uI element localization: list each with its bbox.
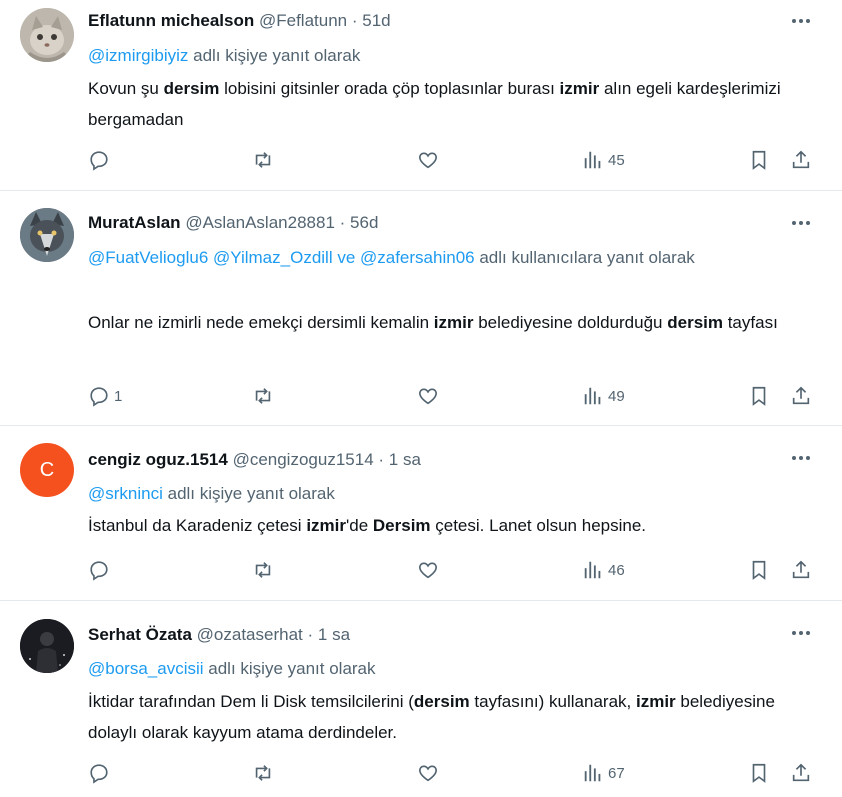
author-handle[interactable]: @cengizoguz1514 xyxy=(233,450,374,469)
like-button[interactable] xyxy=(417,147,439,173)
bookmark-button[interactable] xyxy=(748,760,770,786)
reply-context: @izmirgibiyiz adlı kişiye yanıt olarak xyxy=(88,46,361,65)
like-button[interactable] xyxy=(417,760,439,786)
share-icon xyxy=(792,763,810,782)
reply-context: @borsa_avcisii adlı kişiye yanıt olarak xyxy=(88,659,376,678)
share-icon xyxy=(792,150,810,169)
share-button[interactable] xyxy=(790,383,812,409)
heart-icon xyxy=(419,152,437,169)
bookmark-icon xyxy=(752,386,766,406)
share-button[interactable] xyxy=(790,557,812,583)
reply-count: 1 xyxy=(114,387,123,405)
tweet[interactable]: MuratAslan @AslanAslan28881 · 56d @FuatV… xyxy=(0,190,842,426)
retweet-button[interactable] xyxy=(252,147,274,173)
bar-chart-icon xyxy=(584,151,601,169)
tweet[interactable]: C cengiz oguz.1514 @cengizoguz1514 · 1 s… xyxy=(0,425,842,601)
views-button[interactable]: 67 xyxy=(582,760,625,786)
reply-mention[interactable]: @srkninci xyxy=(88,484,163,503)
bookmark-button[interactable] xyxy=(748,383,770,409)
author-name[interactable]: Serhat Özata xyxy=(88,625,192,644)
reply-mention[interactable]: @izmirgibiyiz xyxy=(88,46,188,65)
author-name[interactable]: Eflatunn michealson xyxy=(88,11,254,30)
more-options-icon[interactable] xyxy=(788,622,814,644)
bar-chart-icon xyxy=(584,764,601,782)
retweet-button[interactable] xyxy=(252,383,274,409)
bookmark-icon xyxy=(752,560,766,580)
bookmark-icon xyxy=(752,150,766,170)
more-options-icon[interactable] xyxy=(788,447,814,469)
retweet-button[interactable] xyxy=(252,760,274,786)
tweet-text: Onlar ne izmirli nede emekçi dersimli ke… xyxy=(88,313,778,332)
tweet-text: İstanbul da Karadeniz çetesi izmir'de De… xyxy=(88,516,647,535)
tweet-time[interactable]: 1 sa xyxy=(389,450,421,469)
bar-chart-icon xyxy=(584,561,601,579)
tweet[interactable]: Serhat Özata @ozataserhat · 1 sa @borsa_… xyxy=(0,600,842,797)
tweet[interactable]: Eflatunn michealson @Feflatunn · 51d @iz… xyxy=(0,0,842,191)
share-icon xyxy=(792,560,810,579)
tweet-time[interactable]: 56d xyxy=(350,213,378,232)
bookmark-icon xyxy=(752,763,766,783)
reply-button[interactable] xyxy=(88,147,114,173)
bar-chart-icon xyxy=(584,387,601,405)
reply-context: @FuatVelioglu6 @Yilmaz_Ozdill ve @zafers… xyxy=(88,248,695,267)
reply-mention[interactable]: @borsa_avcisii xyxy=(88,659,204,678)
reply-icon xyxy=(90,151,108,171)
reply-button[interactable] xyxy=(88,557,114,583)
action-bar: 46 xyxy=(0,557,842,583)
avatar-letter: C xyxy=(39,458,55,481)
reply-icon xyxy=(90,561,108,581)
more-options-icon[interactable] xyxy=(788,212,814,234)
share-button[interactable] xyxy=(790,760,812,786)
like-button[interactable] xyxy=(417,383,439,409)
cat-avatar[interactable] xyxy=(20,8,74,62)
like-button[interactable] xyxy=(417,557,439,583)
letter-avatar[interactable]: C xyxy=(20,443,74,497)
action-bar: 1 49 xyxy=(0,383,842,409)
tweet-time[interactable]: 51d xyxy=(362,11,390,30)
reply-icon xyxy=(90,387,108,407)
action-bar: 67 xyxy=(0,760,842,786)
retweet-icon xyxy=(255,388,271,404)
tweet-text: İktidar tarafından Dem li Disk temsilcil… xyxy=(88,692,775,742)
retweet-icon xyxy=(255,152,271,168)
views-button[interactable]: 46 xyxy=(582,557,625,583)
heart-icon xyxy=(419,765,437,782)
heart-icon xyxy=(419,562,437,579)
wolf-avatar[interactable] xyxy=(20,208,74,262)
reply-button[interactable] xyxy=(88,760,114,786)
more-options-icon[interactable] xyxy=(788,10,814,32)
bookmark-button[interactable] xyxy=(748,147,770,173)
bookmark-button[interactable] xyxy=(748,557,770,583)
retweet-button[interactable] xyxy=(252,557,274,583)
heart-icon xyxy=(419,388,437,405)
reply-icon xyxy=(90,764,108,784)
views-button[interactable]: 49 xyxy=(582,383,625,409)
retweet-icon xyxy=(255,765,271,781)
reply-context: @srkninci adlı kişiye yanıt olarak xyxy=(88,484,335,503)
action-bar: 45 xyxy=(0,147,842,173)
author-name[interactable]: MuratAslan xyxy=(88,213,181,232)
reply-mention[interactable]: @FuatVelioglu6 @Yilmaz_Ozdill ve @zafers… xyxy=(88,248,475,267)
share-icon xyxy=(792,386,810,405)
author-handle[interactable]: @ozataserhat xyxy=(197,625,303,644)
author-handle[interactable]: @Feflatunn xyxy=(259,11,347,30)
author-handle[interactable]: @AslanAslan28881 xyxy=(185,213,335,232)
author-name[interactable]: cengiz oguz.1514 xyxy=(88,450,228,469)
views-button[interactable]: 45 xyxy=(582,147,625,173)
tweet-text: Kovun şu dersim lobisini gitsinler orada… xyxy=(88,79,781,129)
tweet-time[interactable]: 1 sa xyxy=(318,625,350,644)
share-button[interactable] xyxy=(790,147,812,173)
person-avatar[interactable] xyxy=(20,619,74,673)
retweet-icon xyxy=(255,562,271,578)
reply-button[interactable]: 1 xyxy=(88,383,122,409)
